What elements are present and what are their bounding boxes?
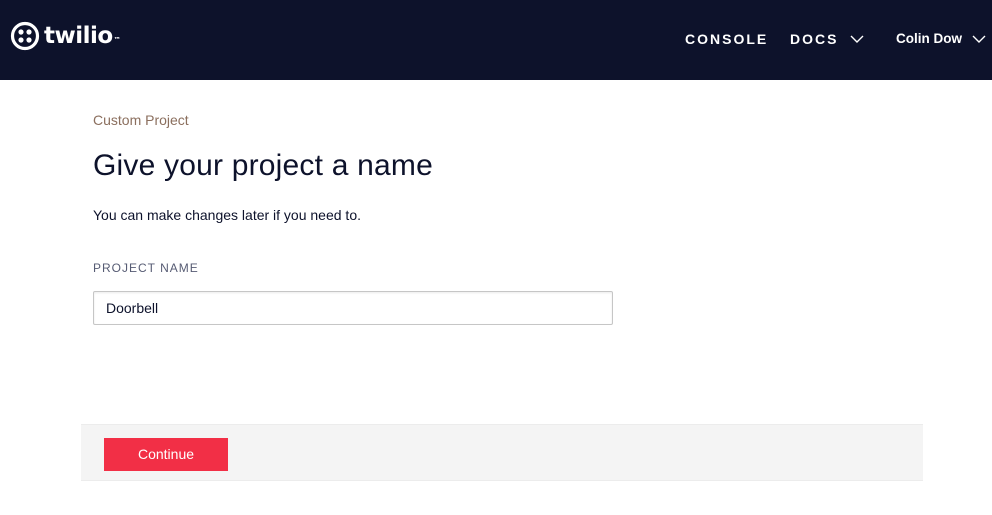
twilio-logo[interactable]: twilio™ [10,20,121,52]
action-footer: Continue [81,424,923,481]
user-name: Colin Dow [896,31,962,46]
project-name-input[interactable] [93,291,613,325]
chevron-down-icon [972,35,986,43]
breadcrumb: Custom Project [93,112,189,128]
twilio-logo-icon [10,21,40,51]
user-menu-dropdown[interactable]: Colin Dow [896,31,986,47]
continue-button[interactable]: Continue [104,438,228,471]
page-subtitle: You can make changes later if you need t… [93,207,361,223]
project-name-label: PROJECT NAME [93,261,199,275]
nav-console-link[interactable]: CONSOLE [685,31,768,47]
nav-docs-dropdown[interactable]: DOCS [790,31,864,47]
brand-name: twilio™ [44,23,121,49]
trademark-mark: ™ [113,36,121,44]
page-title: Give your project a name [93,149,433,182]
top-navigation-bar: twilio™ CONSOLE DOCS Colin Dow [0,0,992,80]
chevron-down-icon [850,35,864,43]
nav-docs-label: DOCS [790,31,839,47]
